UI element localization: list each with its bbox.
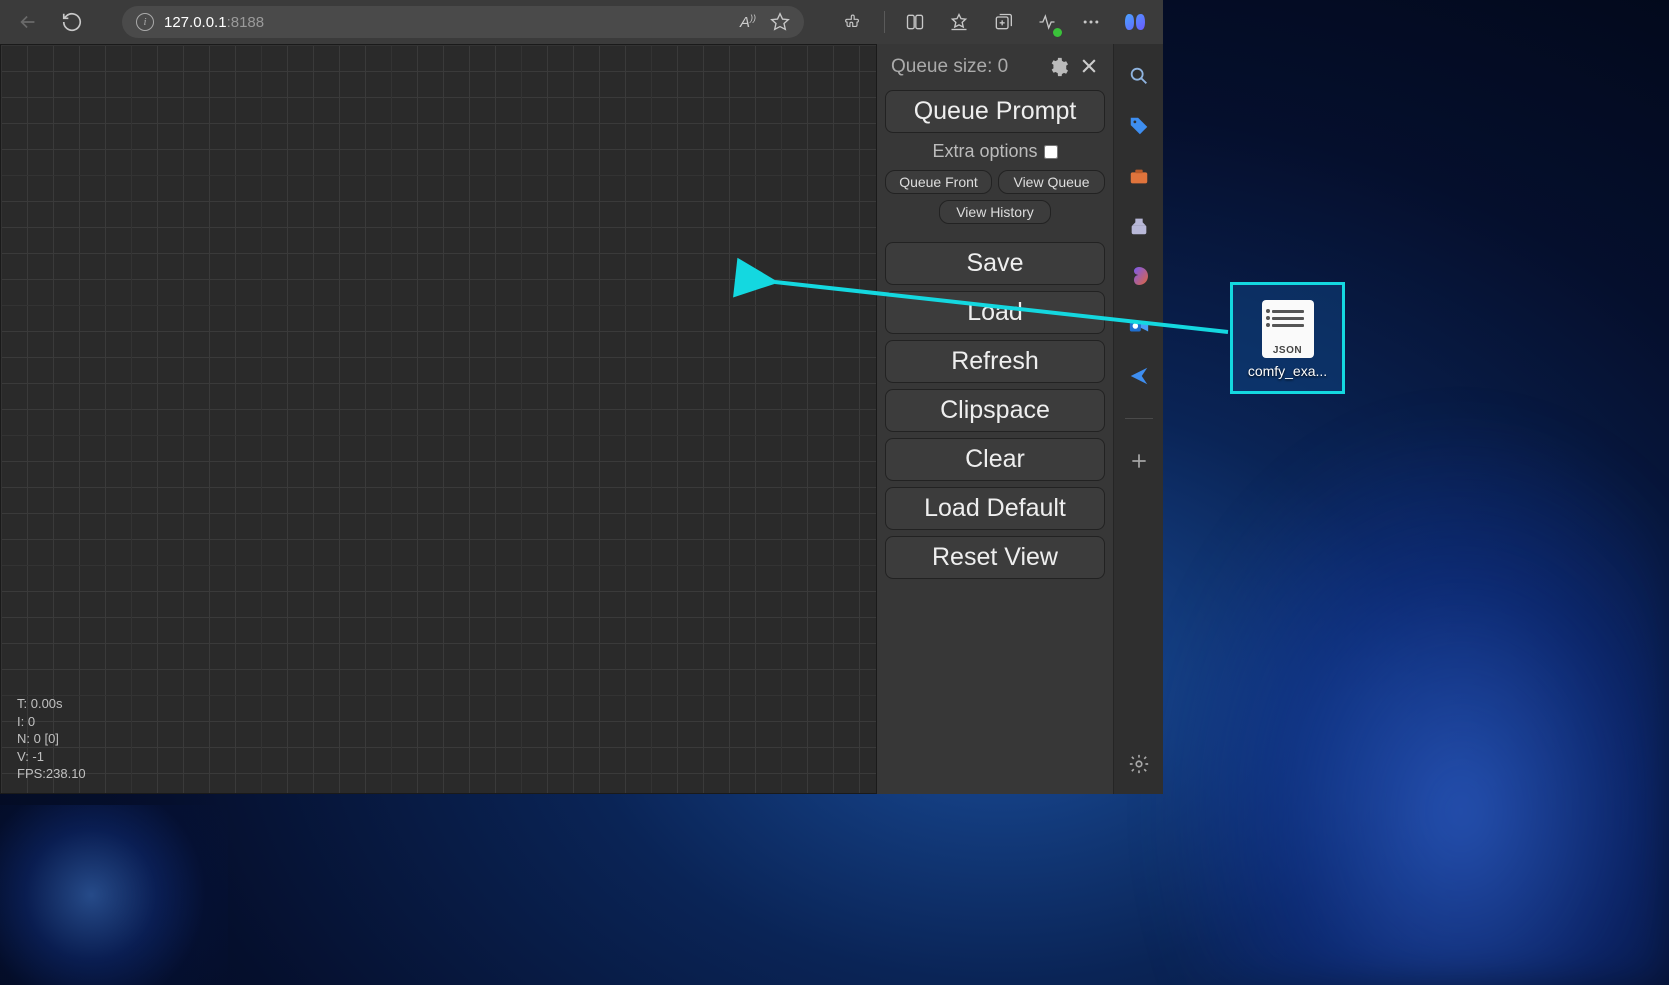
extra-options-label: Extra options	[932, 141, 1037, 162]
send-icon[interactable]	[1127, 364, 1151, 388]
queue-prompt-button[interactable]: Queue Prompt	[885, 90, 1105, 133]
outlook-icon[interactable]	[1127, 314, 1151, 338]
comfyui-canvas[interactable]: T: 0.00s I: 0 N: 0 [0] V: -1 FPS:238.10	[0, 44, 877, 794]
more-icon[interactable]	[1077, 8, 1105, 36]
favorites-icon[interactable]	[945, 8, 973, 36]
clipspace-button[interactable]: Clipspace	[885, 389, 1105, 432]
sidebar-settings-icon[interactable]	[1127, 752, 1151, 776]
url-host: 127.0.0.1	[164, 14, 227, 31]
toolbox-icon[interactable]	[1127, 164, 1151, 188]
url-port: :8188	[227, 14, 265, 31]
browser-toolbar: i 127.0.0.1:8188 A))	[0, 0, 1163, 44]
refresh-button[interactable]	[58, 8, 86, 36]
json-file-icon: JSON	[1262, 300, 1314, 358]
close-panel-icon[interactable]	[1079, 56, 1101, 78]
refresh-button-panel[interactable]: Refresh	[885, 340, 1105, 383]
browser-window: i 127.0.0.1:8188 A))	[0, 0, 1163, 794]
read-aloud-icon[interactable]: A))	[740, 13, 756, 31]
canvas-stats: T: 0.00s I: 0 N: 0 [0] V: -1 FPS:238.10	[17, 695, 86, 783]
desktop-file-name: comfy_exa...	[1248, 363, 1327, 379]
extensions-icon[interactable]	[840, 8, 868, 36]
view-queue-button[interactable]: View Queue	[998, 170, 1105, 194]
reset-view-button[interactable]: Reset View	[885, 536, 1105, 579]
copilot-icon[interactable]	[1121, 8, 1149, 36]
queue-size-label: Queue size: 0	[891, 56, 1008, 78]
comfyui-panel: Queue size: 0 Queue Prompt Extra options…	[877, 44, 1113, 794]
search-sidebar-icon[interactable]	[1127, 64, 1151, 88]
performance-icon[interactable]	[1033, 8, 1061, 36]
site-info-icon[interactable]: i	[136, 13, 154, 31]
shopping-tag-icon[interactable]	[1127, 114, 1151, 138]
address-bar[interactable]: i 127.0.0.1:8188 A))	[122, 6, 804, 38]
back-button[interactable]	[14, 8, 42, 36]
split-screen-icon[interactable]	[901, 8, 929, 36]
desktop-json-file[interactable]: JSON comfy_exa...	[1230, 282, 1345, 394]
load-button[interactable]: Load	[885, 291, 1105, 334]
queue-front-button[interactable]: Queue Front	[885, 170, 992, 194]
favorite-icon[interactable]	[770, 12, 790, 32]
add-sidebar-icon[interactable]	[1127, 449, 1151, 473]
office-icon[interactable]	[1127, 264, 1151, 288]
edge-sidebar	[1113, 44, 1163, 794]
load-default-button[interactable]: Load Default	[885, 487, 1105, 530]
save-button[interactable]: Save	[885, 242, 1105, 285]
clear-button[interactable]: Clear	[885, 438, 1105, 481]
games-icon[interactable]	[1127, 214, 1151, 238]
settings-gear-icon[interactable]	[1047, 56, 1069, 78]
view-history-button[interactable]: View History	[939, 200, 1051, 224]
extra-options-checkbox[interactable]	[1044, 145, 1058, 159]
collections-icon[interactable]	[989, 8, 1017, 36]
